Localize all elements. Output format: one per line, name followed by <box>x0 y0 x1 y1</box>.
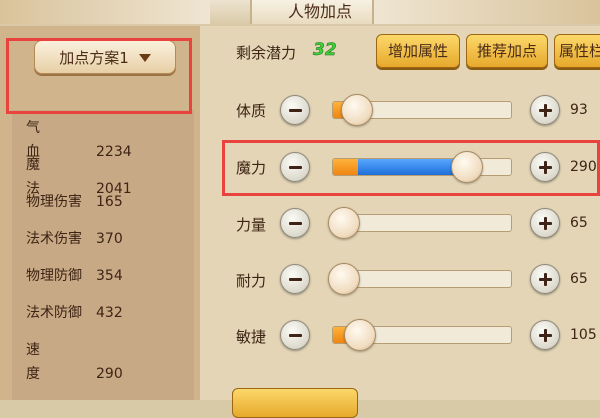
plus-button[interactable] <box>530 95 560 125</box>
attr-value: 65 <box>570 271 588 287</box>
attr-value: 93 <box>570 102 588 118</box>
attr-slider-track[interactable] <box>332 158 512 176</box>
minus-button[interactable] <box>280 95 310 125</box>
stat-name: 速度 <box>26 342 68 382</box>
attr-label: 魔力 <box>236 159 267 177</box>
scheme-dropdown[interactable]: 加点方案1 <box>34 40 176 74</box>
stat-value: 165 <box>96 194 123 210</box>
minus-icon <box>289 278 302 281</box>
stat-name: 物理伤害 <box>26 194 82 210</box>
minus-icon <box>289 109 302 112</box>
plus-button[interactable] <box>530 320 560 350</box>
recommend-points-button[interactable]: 推荐加点 <box>466 34 548 68</box>
minus-icon <box>289 222 302 225</box>
attr-label: 体质 <box>236 102 267 120</box>
plus-button[interactable] <box>530 152 560 182</box>
minus-icon <box>289 166 302 169</box>
attr-label: 力量 <box>236 216 267 234</box>
attribute-panel-button[interactable]: 属性栏 <box>554 34 600 68</box>
stat-name: 法术伤害 <box>26 231 82 247</box>
stat-row-physical-defense: 物理防御 354 <box>26 264 123 288</box>
attr-value: 290 <box>570 159 597 175</box>
attr-value: 105 <box>570 327 597 343</box>
attr-label: 敏捷 <box>236 328 267 346</box>
potential-label: 剩余潜力 <box>236 44 297 62</box>
stat-row-magic-damage: 法术伤害 370 <box>26 227 123 251</box>
stat-row-magic-defense: 法术防御 432 <box>26 301 123 325</box>
window-title: 人物加点 <box>287 2 352 21</box>
slider-knob[interactable] <box>341 94 373 126</box>
stat-value: 354 <box>96 268 123 284</box>
slider-knob[interactable] <box>328 263 360 295</box>
title-decoration-left <box>0 0 210 24</box>
slider-knob[interactable] <box>451 151 483 183</box>
scheme-dropdown-label: 加点方案1 <box>59 48 129 67</box>
slider-knob[interactable] <box>344 319 376 351</box>
stat-name: 法术防御 <box>26 305 82 321</box>
confirm-button[interactable] <box>232 388 358 418</box>
stat-value: 290 <box>96 366 123 382</box>
left-panel: 加点方案1 气血 2234 魔法 2041 物理伤害 165 法术伤害 370 物理防御… <box>0 26 202 400</box>
minus-icon <box>289 334 302 337</box>
chevron-down-icon <box>138 54 151 62</box>
minus-button[interactable] <box>280 152 310 182</box>
stat-row-mp: 魔法 2041 <box>26 153 132 197</box>
stats-panel: 气血 2234 魔法 2041 物理伤害 165 法术伤害 370 物理防御 354 法术… <box>12 110 194 400</box>
attr-value: 65 <box>570 215 588 231</box>
stat-row-hp: 气血 2234 <box>26 116 132 160</box>
stat-value: 370 <box>96 231 123 247</box>
title-decoration-right <box>372 0 600 24</box>
stat-name: 物理防御 <box>26 268 82 284</box>
plus-button[interactable] <box>530 264 560 294</box>
attr-label: 耐力 <box>236 272 267 290</box>
slider-knob[interactable] <box>328 207 360 239</box>
minus-button[interactable] <box>280 208 310 238</box>
minus-button[interactable] <box>280 320 310 350</box>
stat-row-physical-damage: 物理伤害 165 <box>26 190 123 214</box>
minus-button[interactable] <box>280 264 310 294</box>
slider-fill-base <box>333 159 358 175</box>
potential-value: 32 <box>313 40 337 61</box>
stat-value: 432 <box>96 305 123 321</box>
plus-button[interactable] <box>530 208 560 238</box>
stat-row-speed: 速度 290 <box>26 338 123 382</box>
add-attribute-button[interactable]: 增加属性 <box>376 34 460 68</box>
